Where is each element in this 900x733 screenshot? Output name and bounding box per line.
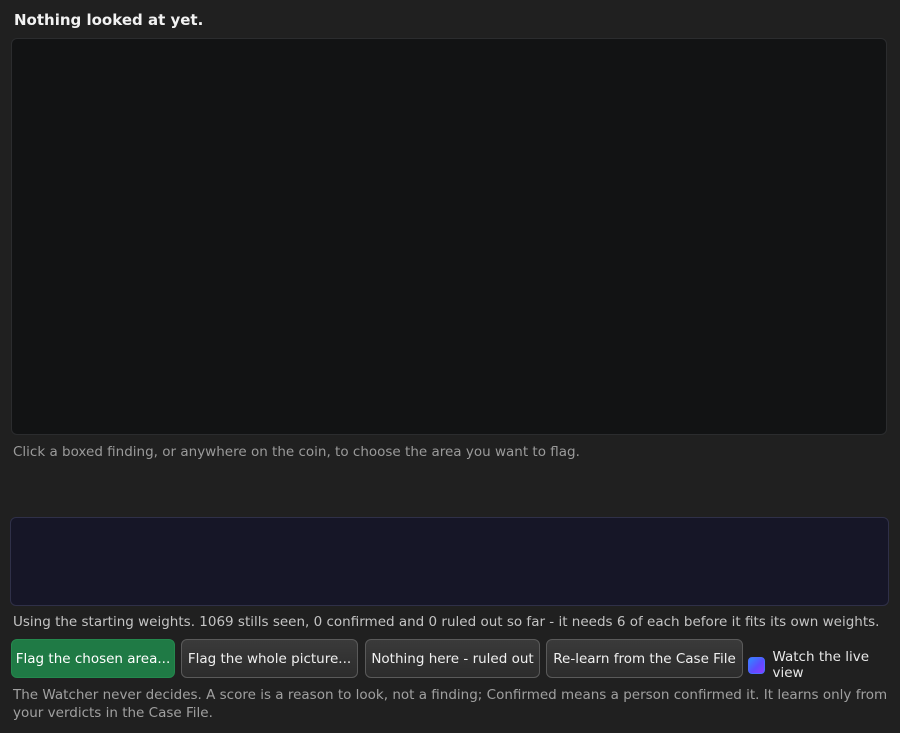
watch-live-checkbox[interactable] <box>748 656 765 674</box>
live-view-panel <box>10 517 889 606</box>
flag-whole-picture-button[interactable]: Flag the whole picture... <box>181 639 358 678</box>
weights-status-text: Using the starting weights. 1069 stills … <box>13 614 880 630</box>
rule-out-button[interactable]: Nothing here - ruled out <box>365 639 540 678</box>
watch-live-label: Watch the live view <box>772 649 870 681</box>
coin-viewer[interactable] <box>11 38 887 435</box>
flag-chosen-area-button[interactable]: Flag the chosen area... <box>11 639 175 678</box>
footnote: The Watcher never decides. A score is a … <box>13 687 888 721</box>
page: Nothing looked at yet. Click a boxed fin… <box>0 0 900 733</box>
relearn-button[interactable]: Re-learn from the Case File <box>546 639 743 678</box>
page-title: Nothing looked at yet. <box>14 11 204 29</box>
viewer-hint: Click a boxed finding, or anywhere on th… <box>13 444 580 460</box>
watch-live-toggle[interactable]: Watch the live view <box>748 649 900 681</box>
